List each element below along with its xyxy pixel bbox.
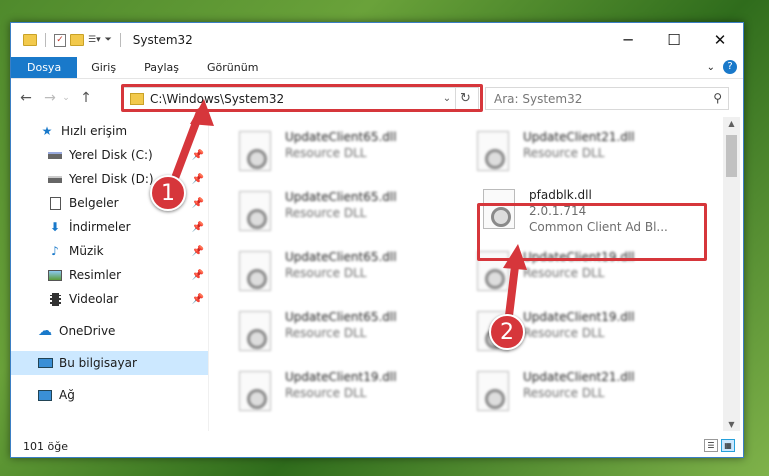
file-name: pfadblk.dll [529, 188, 592, 202]
quick-access-toolbar: ✓ ☰▾ ⏷ [11, 33, 125, 47]
highlight-box-file [477, 203, 707, 261]
navigation-pane: ★ Hızlı erişim Yerel Disk (C:) 📌 Yerel D… [11, 117, 209, 431]
tab-dosya[interactable]: Dosya [11, 57, 78, 78]
pin-icon[interactable]: 📌 [192, 294, 204, 305]
dll-file-icon [477, 371, 509, 411]
pictures-icon [47, 268, 63, 282]
folder-icon [23, 34, 37, 46]
sidebar-item-network[interactable]: Ağ [11, 383, 208, 407]
file-item[interactable]: UpdateClient65.dll Resource DLL [239, 249, 459, 297]
dll-file-icon [477, 131, 509, 171]
new-folder-icon[interactable] [70, 34, 84, 46]
download-icon: ⬇ [49, 220, 61, 234]
large-icons-view-icon[interactable]: ▦ [721, 439, 735, 452]
pin-icon[interactable]: 📌 [192, 246, 204, 257]
scroll-up-icon[interactable]: ▲ [723, 119, 740, 128]
callout-badge-1: 1 [150, 175, 186, 211]
file-item[interactable]: UpdateClient21.dll Resource DLL [477, 129, 697, 177]
tab-gorunum[interactable]: Görünüm [193, 57, 272, 78]
file-item[interactable]: UpdateClient65.dll Resource DLL [239, 309, 459, 357]
ribbon-tabs: Dosya Giriş Paylaş Görünüm ⌄ ? [11, 57, 743, 79]
drive-icon [47, 172, 63, 186]
title-bar: ✓ ☰▾ ⏷ System32 ─ ☐ ✕ [11, 23, 743, 57]
search-icon[interactable]: ⚲ [713, 91, 722, 105]
customize-toolbar-icon[interactable]: ☰▾ [88, 35, 101, 45]
sidebar-item-pictures[interactable]: Resimler 📌 [11, 263, 208, 287]
music-icon: ♪ [51, 244, 59, 258]
sidebar-item-quick-access[interactable]: ★ Hızlı erişim [11, 119, 208, 143]
status-bar: 101 öğe ☰ ▦ [11, 435, 743, 457]
expand-ribbon-icon[interactable]: ⌄ [707, 62, 715, 73]
file-item[interactable]: UpdateClient65.dll Resource DLL [239, 129, 459, 177]
scrollbar-thumb[interactable] [726, 135, 737, 177]
chevron-down-icon[interactable]: ⏷ [105, 35, 112, 45]
cloud-icon: ☁ [38, 323, 52, 339]
vertical-scrollbar[interactable]: ▲ ▼ [723, 117, 740, 431]
maximize-button[interactable]: ☐ [651, 23, 697, 57]
explorer-window: ✓ ☰▾ ⏷ System32 ─ ☐ ✕ Dosya Giriş Paylaş… [10, 22, 744, 458]
sidebar-item-downloads[interactable]: ⬇ İndirmeler 📌 [11, 215, 208, 239]
callout-badge-2: 2 [489, 314, 525, 350]
pin-icon[interactable]: 📌 [192, 198, 204, 209]
forward-arrow-icon[interactable]: → [41, 90, 59, 106]
scroll-down-icon[interactable]: ▼ [723, 420, 740, 429]
details-view-icon[interactable]: ☰ [704, 439, 718, 452]
tab-giris[interactable]: Giriş [77, 57, 130, 78]
search-input[interactable]: Ara: System32 ⚲ [485, 87, 729, 110]
item-count: 101 öğe [23, 439, 68, 453]
address-bar-row: ← → ⌄ ↑ C:\Windows\System32 ⌄ ↻ Ara: Sys… [11, 79, 743, 117]
file-item[interactable]: UpdateClient65.dll Resource DLL [239, 189, 459, 237]
recent-locations-icon[interactable]: ⌄ [61, 93, 71, 103]
sidebar-item-videos[interactable]: Videolar 📌 [11, 287, 208, 311]
sidebar-item-disk-c[interactable]: Yerel Disk (C:) 📌 [11, 143, 208, 167]
dll-file-icon [239, 311, 271, 351]
minimize-button[interactable]: ─ [605, 23, 651, 57]
close-button[interactable]: ✕ [697, 23, 743, 57]
sidebar-item-this-pc[interactable]: Bu bilgisayar [11, 351, 208, 375]
pin-icon[interactable]: 📌 [192, 270, 204, 281]
video-icon [47, 292, 63, 306]
dll-file-icon [239, 371, 271, 411]
pin-icon[interactable]: 📌 [192, 222, 204, 233]
documents-icon [47, 196, 63, 210]
computer-icon [37, 356, 53, 370]
help-icon[interactable]: ? [723, 60, 737, 74]
dll-file-icon [239, 251, 271, 291]
up-arrow-icon[interactable]: ↑ [77, 90, 95, 106]
tab-paylas[interactable]: Paylaş [130, 57, 193, 78]
dll-file-icon [239, 191, 271, 231]
drive-icon [47, 148, 63, 162]
pin-icon[interactable]: 📌 [192, 174, 204, 185]
pin-icon[interactable]: 📌 [192, 150, 204, 161]
file-item[interactable]: UpdateClient19.dll Resource DLL [239, 369, 459, 417]
file-item[interactable]: UpdateClient21.dll Resource DLL [477, 369, 697, 417]
search-placeholder: Ara: System32 [494, 91, 583, 106]
highlight-box-address [121, 84, 483, 112]
back-arrow-icon[interactable]: ← [17, 90, 35, 106]
file-list: UpdateClient65.dll Resource DLL UpdateCli… [209, 117, 723, 431]
network-icon [37, 388, 53, 402]
sidebar-item-music[interactable]: ♪ Müzik 📌 [11, 239, 208, 263]
star-icon: ★ [41, 124, 53, 138]
sidebar-item-onedrive[interactable]: ☁ OneDrive [11, 319, 208, 343]
dll-file-icon [239, 131, 271, 171]
properties-icon[interactable]: ✓ [54, 33, 66, 47]
window-title: System32 [132, 33, 193, 47]
